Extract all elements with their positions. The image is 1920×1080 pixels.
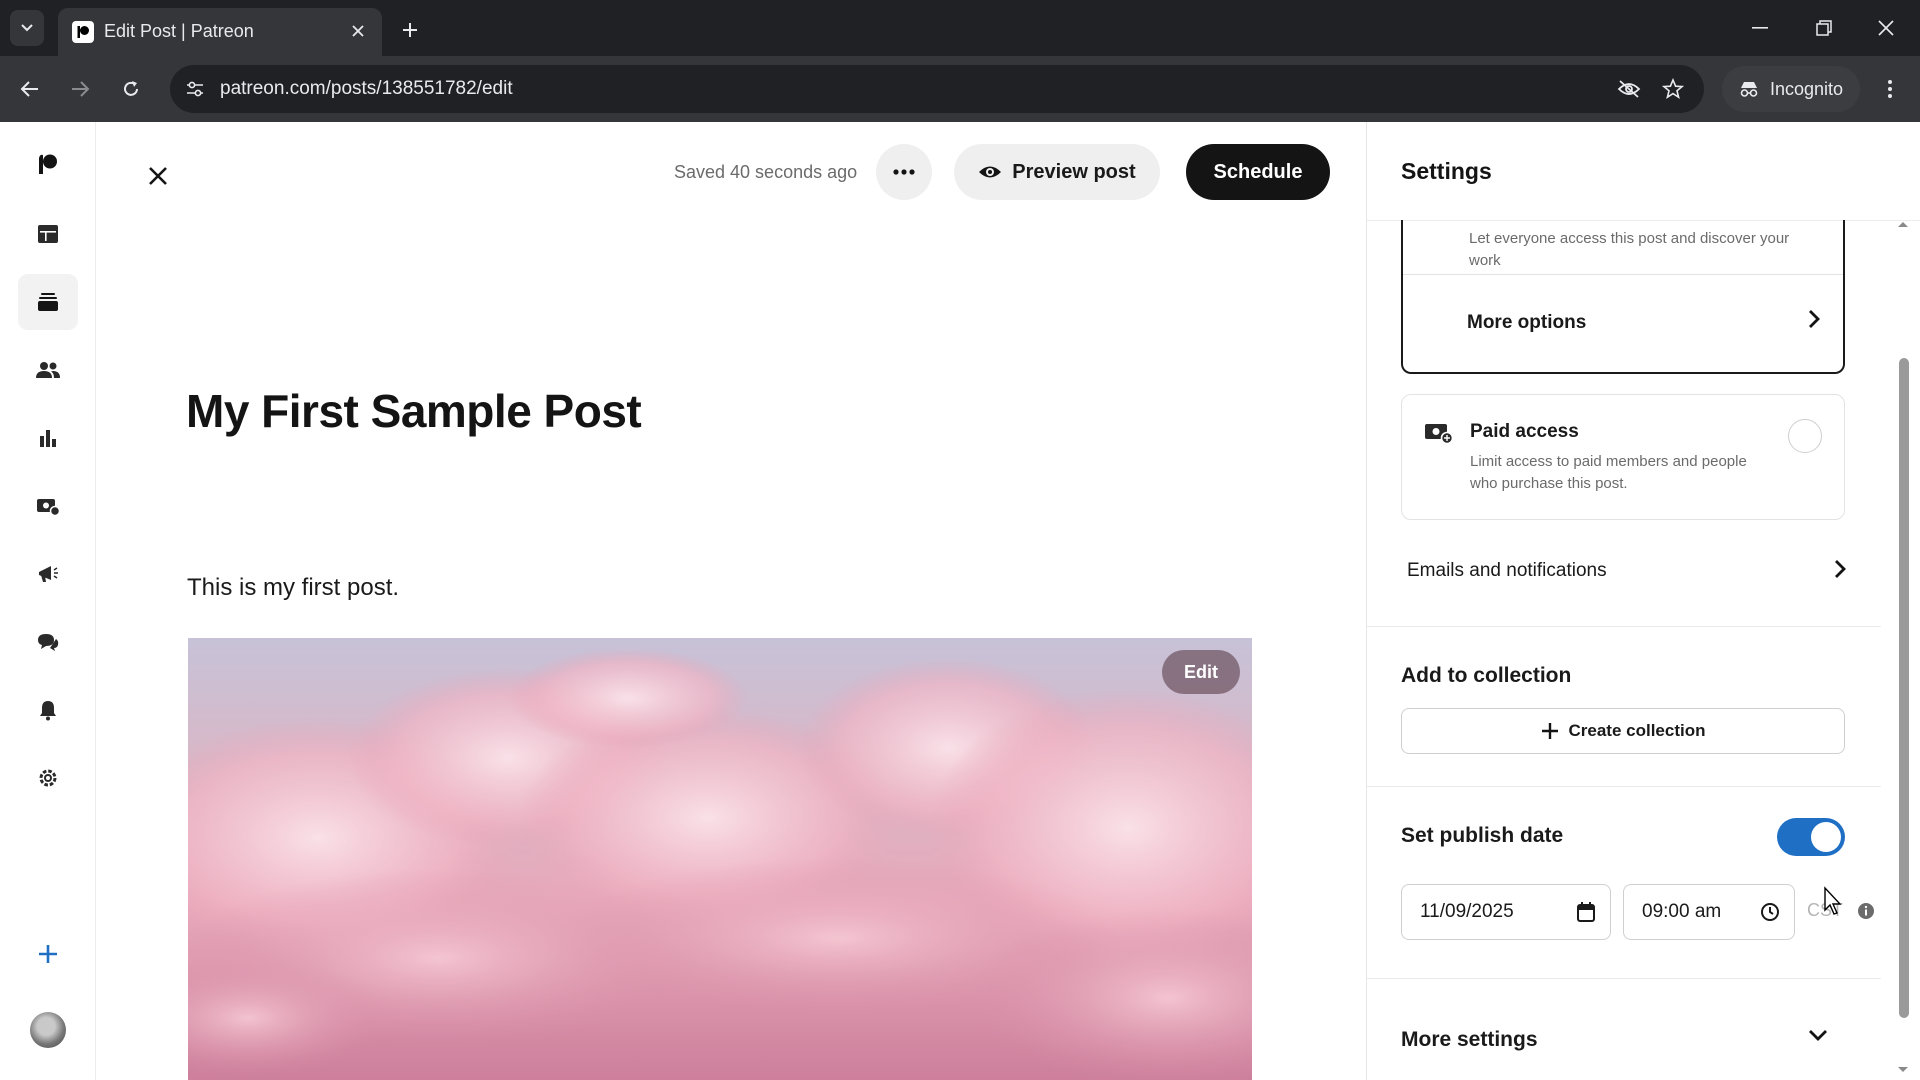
divider: [1367, 626, 1881, 627]
post-body[interactable]: This is my first post.: [187, 574, 399, 602]
emails-notifications-label: Emails and notifications: [1407, 560, 1607, 581]
saved-status: Saved 40 seconds ago: [674, 162, 858, 182]
publish-time-field[interactable]: 09:00 am: [1623, 884, 1795, 940]
browser-address-bar: patreon.com/posts/138551782/edit Incogni…: [0, 56, 1920, 122]
create-collection-label: Create collection: [1568, 721, 1706, 740]
eye-icon: [979, 166, 1002, 178]
publish-date-value: 11/09/2025: [1420, 901, 1514, 922]
more-options-label[interactable]: More options: [1467, 312, 1586, 334]
chats-icon[interactable]: [18, 614, 78, 670]
browser-tab[interactable]: Edit Post | Patreon: [58, 8, 382, 56]
pink-clouds-image: [188, 648, 1252, 1080]
close-editor-icon[interactable]: [140, 158, 176, 194]
chevron-down-icon[interactable]: [1807, 1028, 1829, 1042]
back-icon[interactable]: [14, 73, 46, 105]
tab-close-icon[interactable]: [346, 19, 370, 43]
patreon-app: Saved 40 seconds ago Preview post Schedu…: [0, 122, 1920, 1080]
toggle-knob: [1811, 822, 1841, 852]
plus-icon: [1541, 723, 1558, 739]
settings-title: Settings: [1401, 158, 1492, 184]
tab-search-button[interactable]: [10, 10, 44, 46]
post-title[interactable]: My First Sample Post: [186, 384, 642, 438]
minimize-icon[interactable]: [1740, 10, 1780, 46]
post-editor: Saved 40 seconds ago Preview post Schedu…: [96, 122, 1452, 1080]
settings-scroll-thumb[interactable]: [1899, 358, 1909, 1018]
create-icon[interactable]: [18, 926, 78, 982]
publish-date-field[interactable]: 11/09/2025: [1401, 884, 1611, 940]
reload-icon[interactable]: [115, 73, 147, 105]
clock-icon[interactable]: [1760, 902, 1780, 922]
settings-scrollbar[interactable]: [1881, 220, 1920, 1080]
divider: [1367, 978, 1881, 979]
chevron-right-icon: [1835, 560, 1846, 578]
payouts-icon[interactable]: [18, 478, 78, 534]
set-publish-date-label: Set publish date: [1401, 824, 1564, 847]
add-to-collection-heading: Add to collection: [1401, 664, 1572, 687]
calendar-icon[interactable]: [1576, 901, 1596, 923]
tracking-protection-icon[interactable]: [1616, 76, 1642, 102]
more-settings-label[interactable]: More settings: [1401, 1028, 1538, 1052]
divider: [1403, 274, 1843, 275]
public-access-description: Let everyone access this post and discov…: [1469, 230, 1790, 269]
audience-icon[interactable]: [18, 342, 78, 398]
window-close-icon[interactable]: [1866, 10, 1906, 46]
more-dots-icon: [893, 169, 915, 175]
post-image[interactable]: Edit: [188, 638, 1252, 1080]
paid-access-label: Paid access: [1470, 421, 1579, 442]
preview-post-label: Preview post: [1012, 160, 1136, 183]
scroll-down-icon[interactable]: [1897, 1066, 1909, 1074]
browser-tab-bar: Edit Post | Patreon: [0, 0, 1920, 56]
emails-notifications-row[interactable]: Emails and notifications: [1407, 552, 1847, 592]
patreon-logo-icon[interactable]: [18, 136, 78, 192]
promotions-icon[interactable]: [18, 546, 78, 602]
url-text: patreon.com/posts/138551782/edit: [220, 78, 513, 99]
incognito-icon: [1740, 82, 1758, 97]
library-icon[interactable]: [18, 274, 78, 330]
forward-icon[interactable]: [64, 73, 96, 105]
paid-access-icon: [1425, 424, 1454, 445]
paid-access-card[interactable]: Paid access Limit access to paid members…: [1401, 394, 1845, 520]
preview-post-button[interactable]: Preview post: [954, 144, 1160, 200]
restore-icon[interactable]: [1804, 10, 1844, 46]
tab-title: Edit Post | Patreon: [104, 21, 254, 41]
schedule-button[interactable]: Schedule: [1186, 144, 1330, 200]
site-info-icon[interactable]: [182, 76, 208, 102]
mouse-cursor-icon: [1824, 886, 1842, 915]
edit-image-button[interactable]: Edit: [1162, 650, 1240, 694]
avatar[interactable]: [30, 1012, 66, 1048]
create-collection-button[interactable]: Create collection: [1401, 708, 1845, 754]
settings-icon[interactable]: [18, 750, 78, 806]
incognito-indicator[interactable]: Incognito: [1722, 66, 1860, 112]
dashboard-icon[interactable]: [18, 206, 78, 262]
notifications-icon[interactable]: [18, 682, 78, 738]
access-option-card: Let everyone access this post and discov…: [1401, 220, 1845, 374]
divider: [1367, 786, 1881, 787]
new-tab-icon[interactable]: [394, 14, 426, 46]
patreon-favicon-icon: [72, 21, 94, 43]
chevron-down-icon: [21, 24, 33, 32]
settings-panel: Settings Let everyone access this post a…: [1366, 122, 1920, 1080]
chevron-right-icon[interactable]: [1807, 308, 1821, 330]
incognito-label: Incognito: [1770, 78, 1844, 99]
insights-icon[interactable]: [18, 410, 78, 466]
bookmark-star-icon[interactable]: [1660, 76, 1686, 102]
scroll-up-icon[interactable]: [1897, 220, 1909, 228]
omnibox[interactable]: patreon.com/posts/138551782/edit: [170, 65, 1704, 113]
paid-access-radio[interactable]: [1788, 419, 1822, 453]
more-actions-button[interactable]: [876, 144, 932, 200]
paid-access-description: Limit access to paid members and people …: [1470, 453, 1747, 492]
left-nav: [0, 122, 96, 1080]
publish-date-toggle[interactable]: [1777, 818, 1845, 856]
info-icon[interactable]: [1857, 902, 1875, 920]
browser-menu-icon[interactable]: [1874, 73, 1906, 105]
publish-time-value: 09:00 am: [1642, 901, 1722, 922]
